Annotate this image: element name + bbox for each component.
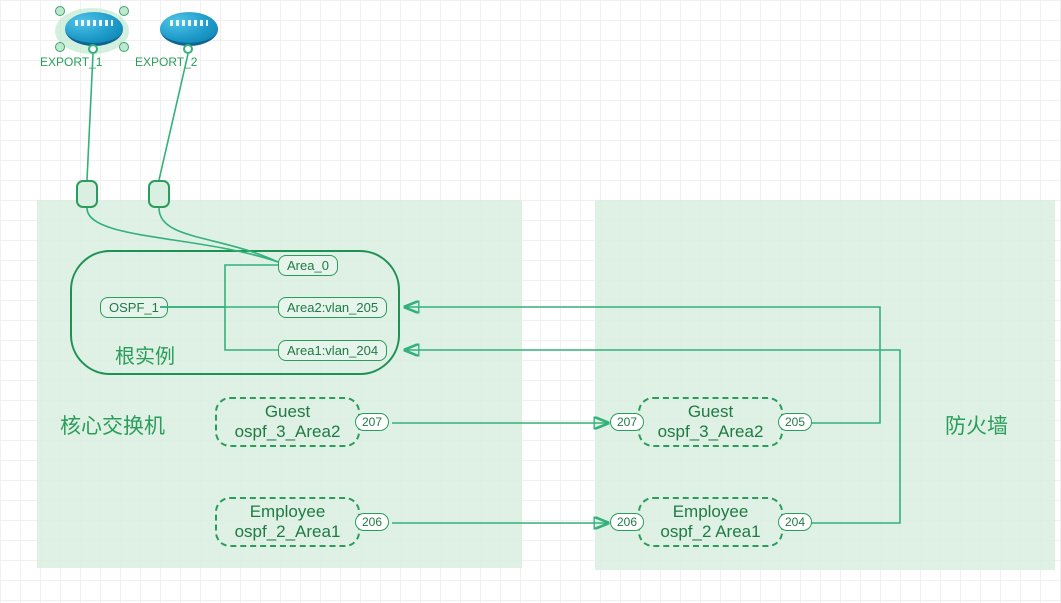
fw-guest-port-right[interactable]: 205 — [778, 413, 812, 431]
router-export-2[interactable] — [160, 12, 218, 46]
core-guest-name: Guest — [217, 402, 358, 422]
selection-handle-ne[interactable] — [119, 6, 129, 16]
fw-guest-port-left[interactable]: 207 — [610, 413, 644, 431]
core-employee-vrf[interactable]: Employee ospf_2_Area1 — [215, 497, 360, 547]
area2-pill[interactable]: Area2:vlan_205 — [278, 297, 387, 318]
fw-guest-vrf[interactable]: Guest ospf_3_Area2 — [638, 397, 783, 447]
area0-pill[interactable]: Area_0 — [278, 255, 338, 276]
selection-handle-sw[interactable] — [55, 42, 65, 52]
selection-handle-nw[interactable] — [55, 6, 65, 16]
router-2-port[interactable] — [183, 44, 193, 54]
fw-employee-name: Employee — [640, 502, 781, 522]
fw-employee-port-left[interactable]: 206 — [610, 513, 644, 531]
ospf-process-pill[interactable]: OSPF_1 — [100, 297, 168, 318]
router-2-label: EXPORT_2 — [135, 55, 197, 69]
adapter-2[interactable] — [148, 180, 170, 208]
firewall-label: 防火墙 — [945, 410, 1008, 440]
core-employee-port[interactable]: 206 — [355, 513, 389, 531]
router-export-1[interactable] — [65, 12, 123, 46]
adapter-1[interactable] — [76, 180, 98, 208]
core-guest-detail: ospf_3_Area2 — [217, 422, 358, 442]
fw-employee-detail: ospf_2 Area1 — [640, 522, 781, 542]
fw-employee-vrf[interactable]: Employee ospf_2 Area1 — [638, 497, 783, 547]
fw-guest-name: Guest — [640, 402, 781, 422]
core-switch-label: 核心交换机 — [60, 410, 165, 440]
fw-employee-port-right[interactable]: 204 — [778, 513, 812, 531]
core-employee-name: Employee — [217, 502, 358, 522]
area1-pill[interactable]: Area1:vlan_204 — [278, 340, 387, 361]
root-instance-label: 根实例 — [115, 340, 175, 369]
router-1-port[interactable] — [88, 44, 98, 54]
core-guest-port[interactable]: 207 — [355, 413, 389, 431]
core-guest-vrf[interactable]: Guest ospf_3_Area2 — [215, 397, 360, 447]
fw-guest-detail: ospf_3_Area2 — [640, 422, 781, 442]
core-employee-detail: ospf_2_Area1 — [217, 522, 358, 542]
router-1-label: EXPORT_1 — [40, 55, 102, 69]
selection-handle-se[interactable] — [119, 42, 129, 52]
